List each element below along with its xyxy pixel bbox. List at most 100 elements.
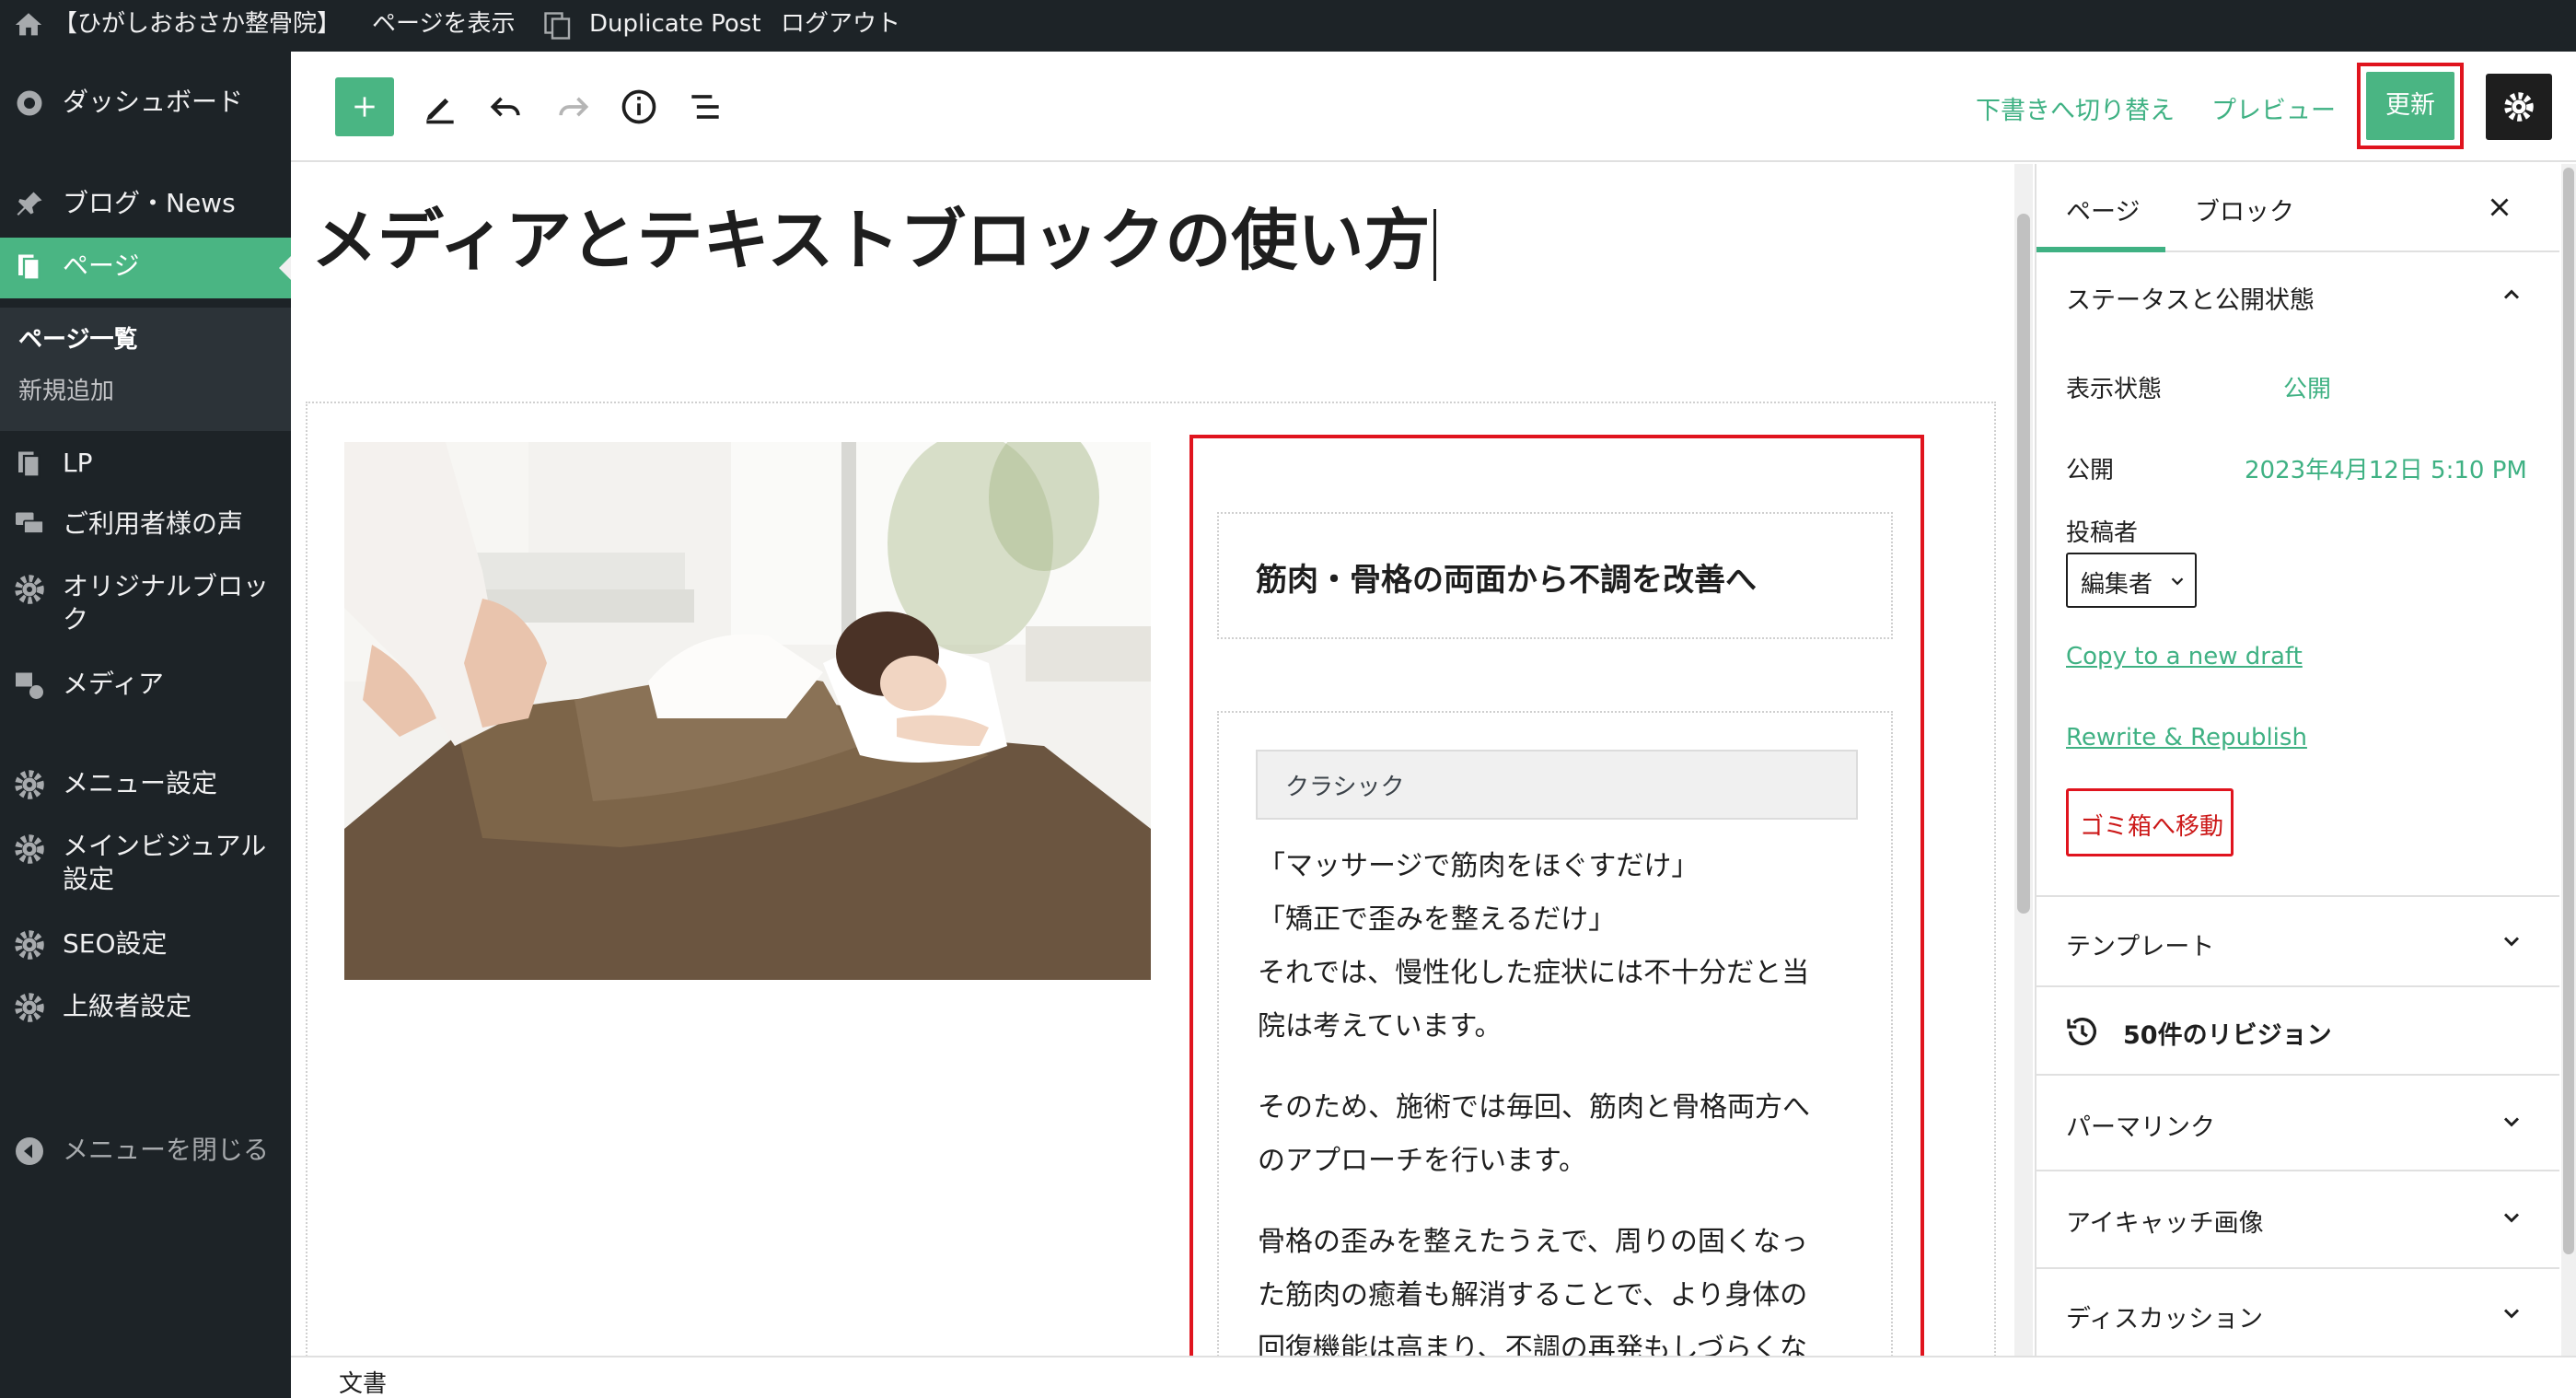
gear-icon <box>15 575 44 604</box>
duplicate-post-link[interactable]: Duplicate Post <box>589 0 761 52</box>
discussion-panel-title: ディスカッション <box>2066 1305 2264 1334</box>
status-panel-title[interactable]: ステータスと公開状態 <box>2066 280 2315 316</box>
sidebar-item-label: オリジナルブロッ <box>63 571 270 601</box>
editor-canvas: メディアとテキストブロックの使い方 筋肉・骨格の両面から不調を改善へ クラシック <box>291 164 2011 1356</box>
settings-sidebar: ページ ブロック ステータスと公開状態 表示状態 公開 公開 2023年4月12… <box>2035 164 2559 1356</box>
info-icon[interactable] <box>619 87 659 127</box>
permalink-panel[interactable]: パーマリンク <box>2036 1074 2559 1170</box>
add-block-button[interactable] <box>335 77 394 136</box>
paragraph-line: それでは、慢性化した症状には不十分だと当 <box>1258 957 1810 989</box>
submenu-add-new[interactable]: 新規追加 <box>18 372 114 406</box>
move-to-trash-label: ゴミ箱へ移動 <box>2080 813 2224 841</box>
post-title[interactable]: メディアとテキストブロックの使い方 <box>311 199 1437 282</box>
paragraph-line: そのため、施術では毎回、筋肉と骨格両方へ <box>1258 1091 1810 1124</box>
view-page-link[interactable]: ページを表示 <box>372 0 515 52</box>
tab-page[interactable]: ページ <box>2066 192 2140 227</box>
comments-icon <box>16 512 44 534</box>
breadcrumb-document[interactable]: 文書 <box>339 1365 387 1398</box>
submenu-all-pages[interactable]: ページ一覧 <box>18 320 137 355</box>
author-label: 投稿者 <box>2066 519 2139 547</box>
publish-date[interactable]: 2023年4月12日 5:10 PM <box>2245 451 2527 485</box>
template-panel[interactable]: テンプレート <box>2036 895 2559 985</box>
pages-icon <box>18 451 41 478</box>
site-name-link[interactable]: 【ひがしおおさか整骨院】 <box>53 0 341 52</box>
sidebar-item-advanced[interactable]: 上級者設定 <box>0 987 291 1030</box>
sidebar-item-main-visual[interactable]: メインビジュアル 設定 <box>0 827 291 901</box>
gauge-icon <box>17 90 42 116</box>
gear-icon <box>15 834 44 864</box>
sidebar-item-seo[interactable]: SEO設定 <box>0 925 291 967</box>
sidebar-item-lp[interactable]: LP <box>0 444 291 486</box>
sidebar-item-label: メニュー設定 <box>63 768 218 798</box>
template-panel-title: テンプレート <box>2066 933 2215 961</box>
sidebar-item-label: ページ <box>63 250 140 281</box>
list-view-icon[interactable] <box>685 87 725 127</box>
sidebar-item-testimonials[interactable]: ご利用者様の声 <box>0 505 291 547</box>
edit-pencil-icon[interactable] <box>420 87 460 127</box>
discussion-panel[interactable]: ディスカッション <box>2036 1267 2559 1356</box>
classic-toolbar[interactable]: クラシック <box>1256 750 1858 820</box>
sidebar-item-label: メインビジュアル <box>63 831 267 861</box>
switch-to-draft-button[interactable]: 下書きへ切り替え <box>1976 90 2175 126</box>
preview-button[interactable]: プレビュー <box>2211 90 2336 126</box>
status-panel: ステータスと公開状態 表示状態 公開 公開 2023年4月12日 5:10 PM… <box>2036 252 2559 971</box>
sidebar-item-dashboard[interactable]: ダッシュボード <box>0 83 291 125</box>
admin-bar: 【ひがしおおさか整骨院】 ページを表示 Duplicate Post ログアウト <box>0 0 2576 52</box>
author-select-value: 編集者 <box>2081 571 2153 599</box>
update-button[interactable]: 更新 <box>2366 72 2454 140</box>
visibility-value[interactable]: 公開 <box>2283 370 2331 404</box>
gear-icon <box>15 993 44 1022</box>
settings-toggle-button[interactable] <box>2486 74 2552 140</box>
massage-photo[interactable] <box>344 442 1151 980</box>
editor-scrollbar-thumb[interactable] <box>2017 214 2030 914</box>
undo-icon[interactable] <box>486 87 527 127</box>
paragraph-line: 「矯正で歪みを整えるだけ」 <box>1258 903 1617 936</box>
chevron-up-icon[interactable] <box>2499 282 2524 308</box>
publish-label: 公開 <box>2066 457 2115 484</box>
sidebar-item-label: 設定 <box>63 864 115 894</box>
sidebar-item-blog[interactable]: ブログ・News <box>0 182 291 225</box>
sidebar-item-media[interactable]: メディア <box>0 665 291 707</box>
sidebar-scrollbar-thumb[interactable] <box>2563 168 2574 1254</box>
history-icon <box>2067 1018 2096 1046</box>
rewrite-republish-link[interactable]: Rewrite & Republish <box>2066 724 2307 751</box>
author-select[interactable]: 編集者 <box>2066 553 2197 608</box>
move-to-trash-button[interactable]: ゴミ箱へ移動 <box>2066 788 2234 856</box>
duplicate-icon <box>544 12 571 40</box>
paragraph-line: 回復機能は高まり、不調の再発もしづらくな <box>1258 1333 1807 1356</box>
chevron-down-icon <box>2503 937 2520 947</box>
tab-block[interactable]: ブロック <box>2195 192 2294 227</box>
pages-submenu: ページ一覧 新規追加 <box>0 308 291 431</box>
sidebar-item-label: ご利用者様の声 <box>63 508 244 539</box>
featured-image-panel-title: アイキャッチ画像 <box>2066 1209 2264 1238</box>
redo-icon[interactable] <box>552 87 593 127</box>
sidebar-item-label: メディア <box>63 669 165 699</box>
revisions-panel[interactable]: 50件のリビジョン <box>2036 985 2559 1074</box>
collapse-menu-button[interactable]: メニューを閉じる <box>0 1131 291 1173</box>
sidebar-item-label: 上級者設定 <box>63 991 192 1021</box>
heading-block[interactable]: 筋肉・骨格の両面から不調を改善へ <box>1217 512 1893 639</box>
close-icon[interactable] <box>2484 192 2515 223</box>
home-icon[interactable] <box>13 9 44 41</box>
permalink-panel-title: パーマリンク <box>2066 1113 2215 1142</box>
copy-to-draft-link[interactable]: Copy to a new draft <box>2066 643 2303 670</box>
gear-icon <box>2504 92 2534 122</box>
sidebar-tabs: ページ ブロック <box>2036 164 2559 252</box>
sidebar-item-label: LP <box>63 448 93 478</box>
featured-image-panel[interactable]: アイキャッチ画像 <box>2036 1170 2559 1267</box>
chevron-down-icon <box>2503 1213 2520 1223</box>
classic-block[interactable]: クラシック 「マッサージで筋肉をほぐすだけ」 「矯正で歪みを整えるだけ」 それで… <box>1217 711 1893 1356</box>
paragraph-line: 骨格の歪みを整えたうえで、周りの固くなっ <box>1258 1226 1808 1258</box>
classic-content[interactable]: 「マッサージで筋肉をほぐすだけ」 「矯正で歪みを整えるだけ」 それでは、慢性化し… <box>1258 840 1810 1356</box>
sidebar-item-menu-settings[interactable]: メニュー設定 <box>0 764 291 807</box>
sidebar-item-original-block[interactable]: オリジナルブロッ ク <box>0 567 291 641</box>
text-cursor <box>1433 209 1437 282</box>
sidebar-item-label: ダッシュボード <box>63 87 244 117</box>
collapse-menu-label: メニューを閉じる <box>63 1135 270 1165</box>
logout-link[interactable]: ログアウト <box>781 0 900 52</box>
gear-icon <box>15 770 44 799</box>
chevron-down-icon <box>2503 1117 2520 1127</box>
pin-icon <box>17 192 42 216</box>
editor-toolbar: 下書きへ切り替え プレビュー 更新 <box>291 52 2576 162</box>
sidebar-item-pages[interactable]: ページ <box>0 238 291 298</box>
